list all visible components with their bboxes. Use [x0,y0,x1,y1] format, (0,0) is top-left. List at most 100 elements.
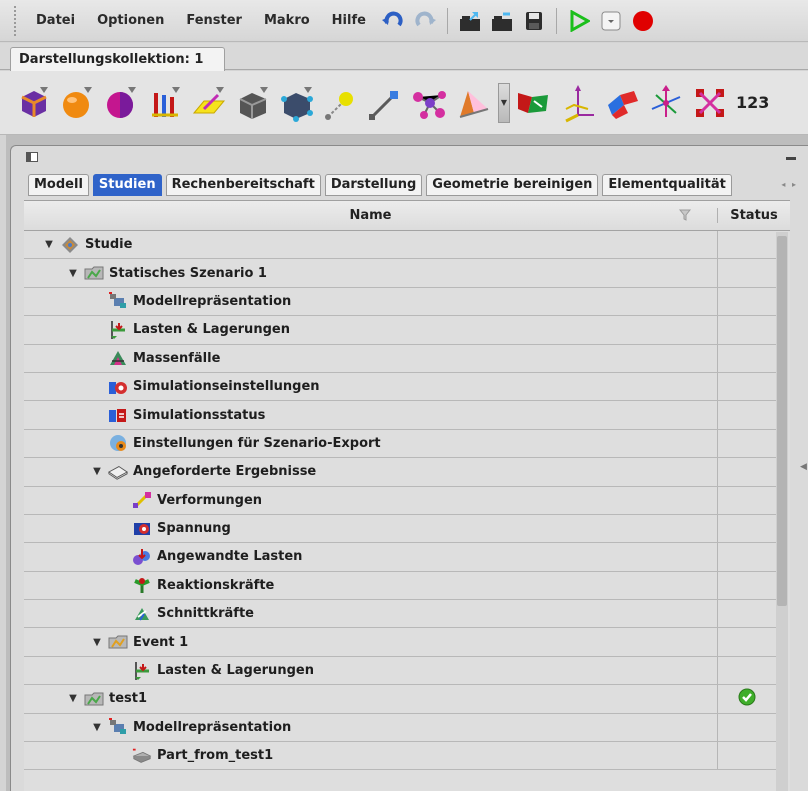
table-row[interactable]: Modellrepräsentation [24,287,776,317]
table-row[interactable]: Verformungen [24,486,776,515]
coordinate-system-icon [565,84,594,122]
export-button[interactable] [488,7,516,35]
reaction-forces-icon [132,576,152,594]
undo-button[interactable] [379,7,407,35]
show-beams-button[interactable] [644,81,688,125]
table-row[interactable]: Einstellungen für Szenario-Export [24,429,776,459]
mass-cases-icon [108,349,128,367]
show-nodes-button[interactable] [276,81,320,125]
loads-supports-icon [132,661,152,680]
row-name-cell: ▼ Angeforderte Ergebnisse [24,458,717,485]
section-plane-icon [459,90,489,118]
table-row[interactable]: ▼ Statisches Szenario 1 [24,259,776,288]
tab-geometrie-bereinigen[interactable]: Geometrie bereinigen [426,174,599,196]
show-geometry-button[interactable] [12,81,56,125]
deformation-icon [132,491,152,509]
show-mesh-button[interactable] [232,81,276,125]
simulation-status-icon [108,406,128,424]
play-options-dropdown[interactable] [597,7,625,35]
row-status-cell [717,458,776,486]
show-volumes-button[interactable] [56,81,100,125]
expand-toggle-icon[interactable]: ▼ [90,466,104,477]
menu-hilfe[interactable]: Hilfe [321,13,377,28]
node-cube-icon [281,86,313,122]
redo-button[interactable] [411,7,439,35]
table-row[interactable]: Reaktionskräfte [24,571,776,601]
row-label: Modellrepräsentation [133,719,292,735]
play-button[interactable] [565,7,593,35]
tab-scroll-arrows[interactable]: ◂ ▸ [781,180,798,189]
applied-loads-icon [132,548,152,566]
expand-toggle-icon[interactable]: ▼ [90,637,104,648]
model-representation-icon [108,718,128,736]
row-status-cell [717,713,776,742]
expand-toggle-icon[interactable]: ▼ [66,268,80,279]
table-row[interactable]: ▼ test1 [24,685,776,714]
tab-studien[interactable]: Studien [92,174,162,196]
panel-collapse-arrow[interactable]: ◀ [800,462,807,472]
row-name-cell: Massenfälle [24,345,717,372]
study-icon [60,236,80,254]
expand-toggle-icon[interactable]: ▼ [42,239,56,250]
panel-minimize-button[interactable] [786,157,796,160]
expand-toggle-icon[interactable]: ▼ [90,722,104,733]
more-display-dropdown[interactable]: ▼ [498,82,510,123]
row-name-cell: Part_from_test1 [24,742,717,769]
undo-icon [381,11,403,26]
row-name-cell: Simulationsstatus [24,401,717,428]
menu-makro[interactable]: Makro [253,13,321,28]
row-status-cell [717,600,776,628]
numbering-button[interactable]: 123 [736,93,769,112]
table-row[interactable]: Lasten & Lagerungen [24,656,776,686]
show-loads-button[interactable] [144,81,188,125]
filter-icon[interactable] [679,208,691,222]
import-icon [459,11,480,31]
tab-elementqualitaet[interactable]: Elementqualität [602,174,732,196]
show-connections-button[interactable] [408,81,452,125]
table-row[interactable]: ▼ Angeforderte Ergebnisse [24,458,776,487]
show-surfaces-button[interactable] [100,81,144,125]
tab-modell[interactable]: Modell [28,174,89,196]
tab-darstellung[interactable]: Darstellung [324,174,423,196]
molecule-icon [413,90,446,119]
collection-tab[interactable]: Darstellungskollektion: 1 [10,47,225,71]
menu-optionen[interactable]: Optionen [86,13,175,28]
show-lines-button[interactable] [364,81,408,125]
show-connectors-button[interactable] [188,81,232,125]
table-row[interactable]: Angewandte Lasten [24,543,776,572]
beam-elements-icon [651,84,681,117]
column-header-name[interactable]: Name [24,208,717,223]
import-button[interactable] [456,7,484,35]
row-name-cell: ▼ Modellrepräsentation [24,714,717,741]
menu-datei[interactable]: Datei [20,13,86,28]
export-icon [491,12,512,31]
show-shells-button[interactable] [600,81,644,125]
show-points-button[interactable] [320,81,364,125]
scrollbar-thumb[interactable] [777,236,787,606]
table-row[interactable]: ▼ Studie [24,231,776,260]
show-flags-button[interactable] [512,81,556,125]
table-row[interactable]: ▼ Event 1 [24,628,776,657]
panel-layout-icon[interactable] [26,152,38,162]
expand-toggle-icon[interactable]: ▼ [66,693,80,704]
table-row[interactable]: Lasten & Lagerungen [24,316,776,345]
show-coordinate-systems-button[interactable] [556,81,600,125]
tab-rechenbereitschaft[interactable]: Rechenbereitschaft [165,174,321,196]
row-label: Lasten & Lagerungen [133,322,290,338]
record-button[interactable] [629,7,657,35]
table-row[interactable]: Simulationseinstellungen [24,372,776,402]
row-name-cell: Spannung [24,515,717,542]
column-header-status[interactable]: Status [717,208,790,223]
line-segment-icon [369,90,398,120]
table-row[interactable]: Massenfälle [24,344,776,373]
table-row[interactable]: ▼ Modellrepräsentation [24,713,776,743]
show-sections-button[interactable] [452,81,496,125]
show-rigid-elements-button[interactable] [688,81,732,125]
menu-fenster[interactable]: Fenster [175,13,253,28]
table-row[interactable]: Simulationsstatus [24,401,776,430]
table-row[interactable]: Schnittkräfte [24,600,776,629]
table-row[interactable]: Part_from_test1 [24,742,776,771]
save-icon [525,11,542,30]
save-button[interactable] [520,7,548,35]
table-row[interactable]: Spannung [24,514,776,544]
